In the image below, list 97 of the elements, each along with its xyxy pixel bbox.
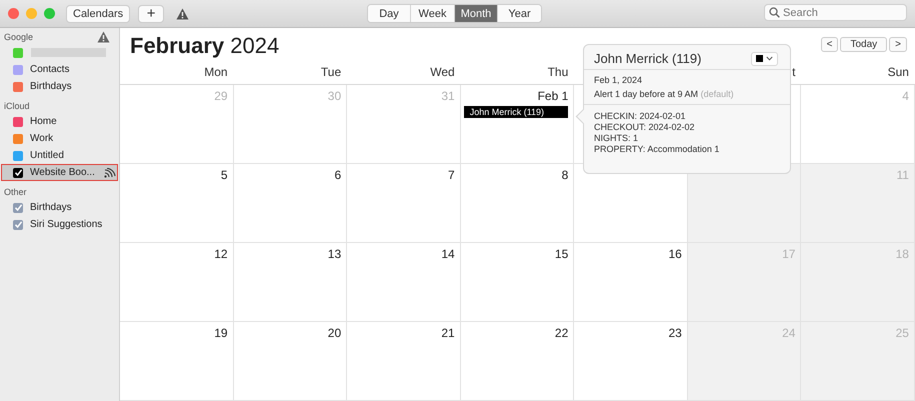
calendar-name: Work (30, 133, 54, 144)
calendar-name: Home (30, 116, 57, 127)
calendar-item[interactable]: Birthdays (1, 199, 118, 216)
calendar-name: Birthdays (30, 81, 72, 92)
calendar-name: Website Boo... (30, 167, 95, 178)
view-tab[interactable]: Day (368, 5, 411, 22)
day-number: 23 (668, 326, 682, 340)
group-title: iCloud (4, 101, 30, 111)
event-title: John Merrick (119) (594, 51, 702, 66)
view-tab[interactable]: Month (455, 5, 498, 22)
day-cell[interactable]: 12 (120, 243, 234, 322)
next-button[interactable]: > (889, 37, 907, 52)
weekday-label: Wed (430, 64, 455, 79)
event-date: Feb 1, 2024 (594, 74, 644, 87)
event[interactable]: John Merrick (119) (464, 106, 568, 118)
day-number: 22 (554, 326, 568, 340)
color-swatch[interactable] (13, 82, 23, 92)
calendar-name: Siri Suggestions (30, 219, 102, 230)
alert-note: (default) (700, 89, 734, 99)
color-swatch[interactable] (13, 48, 23, 58)
day-cell[interactable]: 6 (234, 164, 348, 243)
weekday-label: Mon (204, 64, 228, 79)
day-number: 8 (562, 168, 568, 182)
day-number: 19 (214, 326, 228, 340)
warning-icon[interactable] (176, 8, 190, 20)
day-cell[interactable]: 22 (460, 322, 574, 401)
day-number: 16 (668, 247, 682, 261)
weekday-label: Sun (888, 64, 909, 79)
color-picker[interactable] (751, 52, 778, 66)
calendar-item[interactable]: Home (1, 113, 118, 130)
calendar-item[interactable]: Siri Suggestions (1, 216, 118, 233)
day-number: 6 (334, 168, 342, 182)
zoom-icon[interactable] (44, 8, 55, 19)
calendar-item[interactable]: Contacts (1, 61, 118, 78)
day-cell[interactable]: 13 (234, 243, 348, 322)
month-title: February 2024 (130, 33, 280, 60)
weekday-label: Tue (320, 64, 342, 79)
day-number: 29 (214, 89, 228, 103)
day-cell[interactable]: 21 (347, 322, 461, 401)
day-number: 24 (782, 326, 796, 340)
color-swatch[interactable] (13, 116, 23, 126)
chevron-icon (766, 56, 773, 61)
day-cell[interactable]: 19 (120, 322, 234, 401)
day-cell[interactable]: 15 (460, 243, 574, 322)
day-number: 12 (214, 247, 228, 261)
day-number: 17 (782, 247, 796, 261)
warning-icon[interactable] (97, 31, 110, 43)
close-icon[interactable] (8, 8, 19, 19)
search-icon (769, 7, 780, 18)
checkbox[interactable] (13, 168, 23, 178)
calendars-button[interactable]: Calendars (66, 4, 130, 22)
day-number: 31 (441, 89, 455, 103)
calendar-name: Birthdays (30, 202, 72, 213)
checkbox[interactable] (13, 202, 23, 212)
calendar-name: Contacts (30, 64, 70, 75)
color-swatch[interactable] (13, 64, 23, 74)
weekday-label: Thu (548, 64, 568, 79)
color-swatch[interactable] (13, 134, 23, 144)
today-button[interactable]: Today (840, 37, 888, 52)
day-number: 30 (328, 89, 342, 103)
event-note: NIGHTS: 1 (594, 133, 640, 144)
day-number: 7 (448, 168, 455, 182)
day-number: 18 (896, 247, 909, 261)
day-number: 15 (554, 247, 568, 261)
minimize-icon[interactable] (26, 8, 37, 19)
calendar-item[interactable]: Work (1, 130, 118, 147)
day-number: 4 (902, 89, 909, 103)
add-button[interactable]: + (138, 4, 164, 22)
day-cell[interactable]: 5 (120, 164, 234, 243)
calendar-name: Untitled (30, 150, 64, 161)
day-number: Feb 1 (538, 89, 568, 103)
calendar-item[interactable]: Birthdays (1, 78, 118, 95)
day-number: 11 (896, 168, 909, 182)
event-note: CHECKOUT: 2024-02-02 (594, 122, 696, 133)
day-cell[interactable]: 7 (347, 164, 461, 243)
event-alert[interactable]: Alert 1 day before at 9 AM (594, 89, 698, 99)
event-note: CHECKIN: 2024-02-01 (594, 111, 687, 122)
previous-button[interactable]: < (820, 37, 838, 52)
weekday-label: t (792, 64, 796, 79)
day-number: 20 (328, 326, 342, 340)
day-number: 25 (896, 326, 909, 340)
group-title: Other (4, 187, 27, 197)
day-cell[interactable]: 20 (234, 322, 348, 401)
event-note: PROPERTY: Accommodation 1 (594, 144, 720, 155)
calendar-item[interactable]: Website Boo... (1, 164, 118, 181)
day-cell[interactable]: 14 (347, 243, 461, 322)
day-number: 14 (441, 247, 455, 261)
color-swatch[interactable] (13, 150, 23, 160)
checkbox[interactable] (13, 220, 23, 230)
group-title: Google (4, 32, 34, 42)
day-cell[interactable]: Feb 1 John Merrick (119) (460, 85, 574, 164)
search-field[interactable]: Search (764, 4, 907, 21)
day-cell[interactable]: 8 (460, 164, 574, 243)
day-number: 5 (220, 168, 228, 182)
day-number: 21 (441, 326, 455, 340)
day-number: 13 (328, 247, 342, 261)
calendar-item[interactable]: Untitled (1, 147, 118, 164)
